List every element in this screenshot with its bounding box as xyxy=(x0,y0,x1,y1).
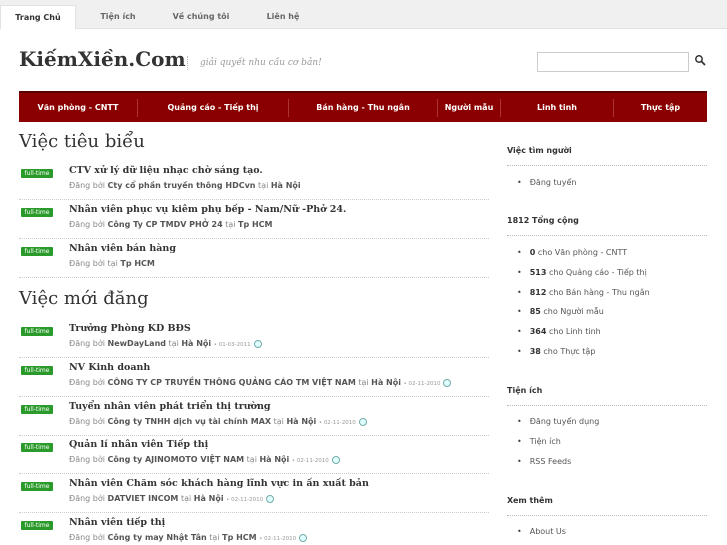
calendar-icon xyxy=(299,533,308,542)
job-listing: full-time Trưởng Phòng KD BĐS Đăng bởi N… xyxy=(19,320,489,358)
job-type-badge: full-time xyxy=(21,327,53,336)
job-listing: full-time NV Kinh doanh Đăng bởi CÔNG TY… xyxy=(19,359,489,397)
sidebar-heading-utilities: Tiện ích xyxy=(507,386,707,406)
job-title-link[interactable]: NV Kinh doanh xyxy=(69,362,150,373)
search-icon[interactable] xyxy=(694,54,706,66)
job-type-badge: full-time xyxy=(21,443,53,452)
sidebar-heading-total: 1812 Tổng cộng xyxy=(507,216,707,236)
tab-contact[interactable]: Liên hệ xyxy=(250,5,316,29)
location-link[interactable]: Hà Nội xyxy=(286,417,316,426)
site-logo[interactable]: KiếmXiền.Com xyxy=(19,47,186,71)
job-title-link[interactable]: Trưởng Phòng KD BĐS xyxy=(69,323,191,334)
featured-jobs-heading: Việc tiêu biểu xyxy=(19,131,145,152)
location-link[interactable]: Hà Nội xyxy=(259,455,289,464)
job-type-badge: full-time xyxy=(21,521,53,530)
job-listing: full-time Nhân viên tiếp thị Đăng bởi Cô… xyxy=(19,514,489,545)
calendar-icon xyxy=(253,339,262,348)
nav-internship[interactable]: Thực tập xyxy=(614,93,707,122)
search-input[interactable] xyxy=(537,52,689,72)
job-title-link[interactable]: Quản lí nhân viên Tiếp thị xyxy=(69,439,208,450)
job-meta: Đăng bởi tại Tp HCM xyxy=(69,259,155,268)
job-title-link[interactable]: CTV xử lý dữ liệu nhạc chờ sáng tạo. xyxy=(69,165,263,176)
job-meta: Đăng bởi CÔNG TY CP TRUYỀN THÔNG QUẢNG C… xyxy=(69,378,452,387)
job-title-link[interactable]: Nhân viên phục vụ kiêm phụ bếp - Nam/Nữ … xyxy=(69,204,346,215)
post-date: 01-03-2011 xyxy=(218,342,251,348)
job-title-link[interactable]: Nhân viên Chăm sóc khách hàng lĩnh vực i… xyxy=(69,478,369,489)
top-navigation: Trang Chủ Tiện ích Về chúng tôi Liên hệ xyxy=(0,0,727,29)
sidebar-category-count[interactable]: 0 cho Văn phòng - CNTT xyxy=(517,248,627,257)
tab-home[interactable]: Trang Chủ xyxy=(0,5,76,29)
sidebar-link-rss[interactable]: RSS Feeds xyxy=(517,457,572,466)
sidebar-link-post-job[interactable]: Đăng tuyển xyxy=(517,178,577,187)
location-link[interactable]: Hà Nội xyxy=(371,378,401,387)
job-title-link[interactable]: Tuyển nhân viên phát triển thị trường xyxy=(69,401,271,412)
job-listing: full-time Nhân viên bán hàng Đăng bởi tạ… xyxy=(19,240,489,278)
job-listing: full-time Quản lí nhân viên Tiếp thị Đăn… xyxy=(19,436,489,474)
job-type-badge: full-time xyxy=(21,208,53,217)
recent-jobs-heading: Việc mới đăng xyxy=(19,288,149,309)
company-link[interactable]: CÔNG TY CP TRUYỀN THÔNG QUẢNG CÁO TM VIỆ… xyxy=(108,378,356,387)
nav-sales-cashier[interactable]: Bán hàng - Thu ngân xyxy=(289,93,437,122)
job-listing: full-time Nhân viên phục vụ kiêm phụ bếp… xyxy=(19,201,489,239)
company-link[interactable]: DATVIET INCOM xyxy=(108,494,179,503)
nav-advertising-marketing[interactable]: Quảng cáo - Tiếp thị xyxy=(138,93,288,122)
sidebar-category-count[interactable]: 38 cho Thực tập xyxy=(517,347,596,356)
location-link[interactable]: Tp HCM xyxy=(222,533,257,542)
calendar-icon xyxy=(443,378,452,387)
tab-utilities[interactable]: Tiện ích xyxy=(84,5,152,29)
job-listing: full-time Tuyển nhân viên phát triển thị… xyxy=(19,398,489,436)
job-title-link[interactable]: Nhân viên bán hàng xyxy=(69,243,176,254)
calendar-icon xyxy=(266,494,275,503)
nav-misc[interactable]: Linh tinh xyxy=(501,93,613,122)
tab-about[interactable]: Về chúng tôi xyxy=(160,5,242,29)
sidebar-category-count[interactable]: 364 cho Linh tinh xyxy=(517,327,601,336)
post-date: 02-11-2010 xyxy=(323,420,356,426)
location-link[interactable]: Hà Nội xyxy=(181,339,211,348)
sidebar-link-utilities[interactable]: Tiện ích xyxy=(517,437,561,446)
location-link[interactable]: Tp HCM xyxy=(238,220,273,229)
job-meta: Đăng bởi Công ty may Nhật Tân tại Tp HCM… xyxy=(69,533,308,542)
sidebar-category-count[interactable]: 85 cho Người mẫu xyxy=(517,307,604,316)
nav-models[interactable]: Người mẫu xyxy=(438,93,500,122)
job-listing: full-time CTV xử lý dữ liệu nhạc chờ sán… xyxy=(19,162,489,200)
post-date: 02-11-2010 xyxy=(296,458,329,464)
company-link[interactable]: NewDayLand xyxy=(108,339,166,348)
job-meta: Đăng bởi Công ty AJINOMOTO VIỆT NAM tại … xyxy=(69,455,340,464)
sidebar-category-count[interactable]: 812 cho Bán hàng - Thu ngân xyxy=(517,288,650,297)
company-link[interactable]: Công ty AJINOMOTO VIỆT NAM xyxy=(108,455,245,464)
job-listing: full-time Nhân viên Chăm sóc khách hàng … xyxy=(19,475,489,513)
job-meta: Đăng bởi Công Ty CP TMDV PHỞ 24 tại Tp H… xyxy=(69,220,273,229)
job-meta: Đăng bởi DATVIET INCOM tại Hà Nội • 02-1… xyxy=(69,494,275,503)
company-link[interactable]: Công ty may Nhật Tân xyxy=(108,533,207,542)
location-link[interactable]: Tp HCM xyxy=(120,259,155,268)
job-type-badge: full-time xyxy=(21,405,53,414)
sidebar-link-post-recruitment[interactable]: Đăng tuyển dụng xyxy=(517,417,600,426)
post-date: 02-11-2010 xyxy=(264,536,297,542)
post-date: 02-11-2010 xyxy=(408,381,441,387)
category-navigation: Văn phòng - CNTT Quảng cáo - Tiếp thị Bá… xyxy=(19,91,707,122)
sidebar-link-about[interactable]: About Us xyxy=(517,527,566,536)
sidebar-heading-more: Xem thêm xyxy=(507,496,707,516)
company-link[interactable]: Cty cổ phần truyền thông HDCvn xyxy=(108,181,256,190)
job-type-badge: full-time xyxy=(21,366,53,375)
job-type-badge: full-time xyxy=(21,169,53,178)
location-link[interactable]: Hà Nội xyxy=(271,181,301,190)
sidebar-heading-find: Việc tìm người xyxy=(507,146,707,166)
job-meta: Đăng bởi NewDayLand tại Hà Nội • 01-03-2… xyxy=(69,339,262,348)
site-tagline: giải quyết nhu cầu cơ bản! xyxy=(187,56,322,70)
company-link[interactable]: Công ty TNHH dịch vụ tài chính MAX xyxy=(108,417,272,426)
post-date: 02-11-2010 xyxy=(231,497,264,503)
nav-office-it[interactable]: Văn phòng - CNTT xyxy=(19,93,137,122)
job-type-badge: full-time xyxy=(21,247,53,256)
job-type-badge: full-time xyxy=(21,482,53,491)
job-title-link[interactable]: Nhân viên tiếp thị xyxy=(69,517,165,528)
sidebar-category-count[interactable]: 513 cho Quảng cáo - Tiếp thị xyxy=(517,268,647,277)
job-meta: Đăng bởi Công ty TNHH dịch vụ tài chính … xyxy=(69,417,367,426)
calendar-icon xyxy=(358,417,367,426)
job-meta: Đăng bởi Cty cổ phần truyền thông HDCvn … xyxy=(69,181,301,190)
calendar-icon xyxy=(331,455,340,464)
company-link[interactable]: Công Ty CP TMDV PHỞ 24 xyxy=(108,220,223,229)
location-link[interactable]: Hà Nội xyxy=(194,494,224,503)
